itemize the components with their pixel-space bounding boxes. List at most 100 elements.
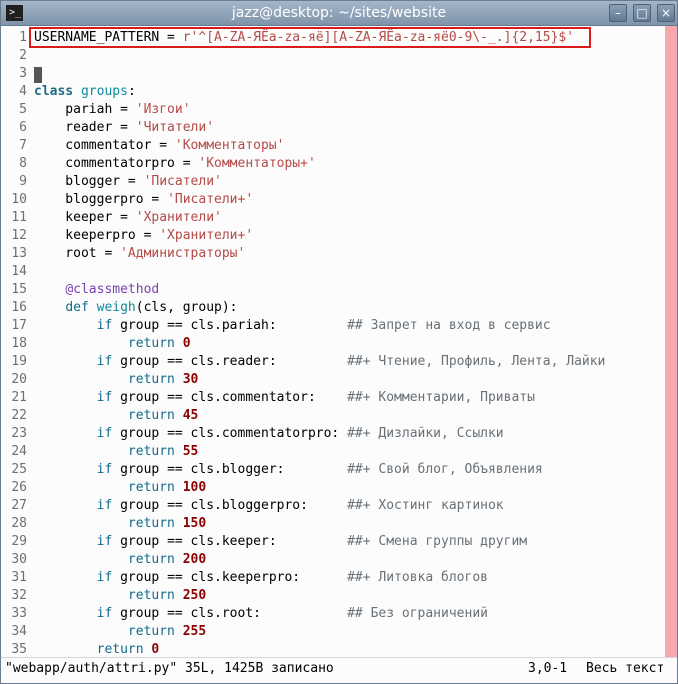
code-token: group == cls.keeperpro: [112, 570, 348, 585]
code-token: @classmethod [65, 282, 160, 297]
code-line[interactable]: 9 blogger = 'Писатели' [1, 173, 665, 191]
code-token: 30 [182, 372, 199, 387]
code-line[interactable]: 25 if group == cls.blogger: ##+ Свой бло… [1, 461, 665, 479]
code-line[interactable]: 15 @classmethod [1, 281, 665, 299]
code-line[interactable]: 28 return 150 [1, 515, 665, 533]
line-code: return 0 [34, 335, 191, 353]
vim-editor[interactable]: 1 USERNAME_PATTERN = r'^[A-ZA-ЯЁa-za-яё][… [1, 26, 677, 657]
code-line[interactable]: 23 if group == cls.commentatorpro: ##+ Д… [1, 425, 665, 443]
line-number: 20 [11, 372, 27, 387]
line-code: class groups: [34, 83, 136, 101]
code-line[interactable]: 35 return 0 [1, 641, 665, 657]
terminal-window: >_ jazz@desktop: ~/sites/website – □ × 1… [0, 0, 678, 684]
code-token: : [127, 84, 136, 99]
code-line[interactable]: 29 if group == cls.keeper: ##+ Смена гру… [1, 533, 665, 551]
code-line[interactable]: 1 USERNAME_PATTERN = r'^[A-ZA-ЯЁa-za-яё][… [1, 29, 665, 47]
code-line[interactable]: 34 return 255 [1, 623, 665, 641]
code-line[interactable]: 20 return 30 [1, 371, 665, 389]
code-token: return [127, 336, 175, 351]
line-code: if group == cls.keeper: ##+ Смена группы… [34, 533, 527, 551]
line-number: 33 [11, 606, 27, 621]
code-line[interactable]: 27 if group == cls.bloggerpro: ##+ Хости… [1, 497, 665, 515]
line-number: 15 [11, 282, 27, 297]
line-code: reader = 'Читатели' [34, 119, 214, 137]
code-token: 'Читатели' [135, 120, 215, 135]
code-line[interactable]: 14 [1, 263, 665, 281]
line-number: 2 [19, 48, 27, 63]
code-token: ##+ Дизлайки, Ссылки [347, 426, 504, 441]
code-line[interactable]: 21 if group == cls.commentator: ##+ Комм… [1, 389, 665, 407]
code-area[interactable]: 1 USERNAME_PATTERN = r'^[A-ZA-ЯЁa-za-яё][… [1, 29, 665, 657]
code-token: ## Запрет на вход в сервис [347, 318, 551, 333]
line-number: 31 [11, 570, 27, 585]
line-number: 16 [11, 300, 27, 315]
code-line[interactable]: 16 def weigh(cls, group): [1, 299, 665, 317]
code-line[interactable]: 8 commentatorpro = 'Комментаторы+' [1, 155, 665, 173]
code-token: return [127, 408, 175, 423]
line-number: 9 [19, 174, 27, 189]
code-line[interactable]: 13 root = 'Администраторы' [1, 245, 665, 263]
cursor [34, 67, 42, 83]
code-token: return [127, 516, 175, 531]
line-number: 19 [11, 354, 27, 369]
code-token: 'Хранители+' [159, 228, 254, 243]
code-line[interactable]: 24 return 55 [1, 443, 665, 461]
code-line[interactable]: 26 return 100 [1, 479, 665, 497]
close-button[interactable]: × [657, 4, 675, 22]
view-range: Весь текст [586, 661, 665, 676]
line-number: 12 [11, 228, 27, 243]
line-number: 29 [11, 534, 27, 549]
code-line[interactable]: 18 return 0 [1, 335, 665, 353]
code-line[interactable]: 5 pariah = 'Изгои' [1, 101, 665, 119]
code-token: group == cls.keeper: [112, 534, 348, 549]
line-number: 25 [11, 462, 27, 477]
minimize-button[interactable]: – [609, 4, 627, 22]
line-code: blogger = 'Писатели' [34, 173, 222, 191]
line-number: 28 [11, 516, 27, 531]
line-number: 17 [11, 318, 27, 333]
code-line[interactable]: 33 if group == cls.root: ## Без ограниче… [1, 605, 665, 623]
code-token: 0 [182, 336, 191, 351]
code-line[interactable]: 12 keeperpro = 'Хранители+' [1, 227, 665, 245]
code-line[interactable]: 32 return 250 [1, 587, 665, 605]
line-code: pariah = 'Изгои' [34, 101, 190, 119]
code-line[interactable]: 4 class groups: [1, 83, 665, 101]
line-code: return 200 [34, 551, 206, 569]
code-token: if [96, 498, 113, 513]
code-line[interactable]: 19 if group == cls.reader: ##+ Чтение, П… [1, 353, 665, 371]
code-token: 255 [182, 624, 207, 639]
line-code: return 150 [34, 515, 206, 533]
title-bar[interactable]: >_ jazz@desktop: ~/sites/website – □ × [1, 1, 677, 26]
code-token: 0 [151, 642, 160, 657]
code-line[interactable]: 22 return 45 [1, 407, 665, 425]
line-number: 1 [19, 30, 27, 45]
code-token: commentatorpro = [34, 156, 199, 171]
code-token: if [96, 426, 113, 441]
code-line[interactable]: 3 [1, 65, 665, 83]
code-line[interactable]: 2 [1, 47, 665, 65]
code-line[interactable]: 31 if group == cls.keeperpro: ##+ Литовк… [1, 569, 665, 587]
code-line[interactable]: 17 if group == cls.pariah: ## Запрет на … [1, 317, 665, 335]
line-code: if group == cls.reader: ##+ Чтение, Проф… [34, 353, 606, 371]
code-line[interactable]: 11 keeper = 'Хранители' [1, 209, 665, 227]
code-line[interactable]: 7 commentator = 'Комментаторы' [1, 137, 665, 155]
maximize-button[interactable]: □ [633, 4, 651, 22]
line-number: 27 [11, 498, 27, 513]
code-token: groups [80, 84, 128, 99]
code-token: return [127, 444, 175, 459]
code-line[interactable]: 30 return 200 [1, 551, 665, 569]
code-line[interactable]: 10 bloggerpro = 'Писатели+' [1, 191, 665, 209]
code-line[interactable]: 6 reader = 'Читатели' [1, 119, 665, 137]
